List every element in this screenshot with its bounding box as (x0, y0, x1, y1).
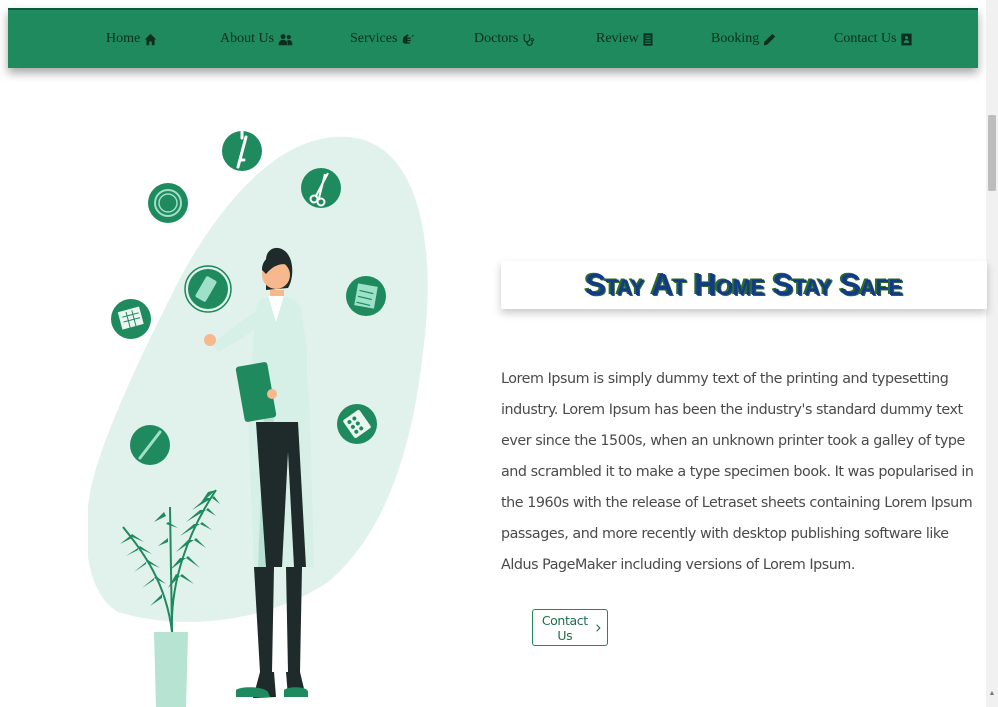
scissors-badge-icon (301, 168, 341, 208)
hero-title-banner: Stay At Home Stay Safe (501, 261, 987, 309)
nav-item-label: Contact Us (834, 31, 897, 46)
document-badge-icon (346, 276, 386, 316)
signing-hand-icon (403, 33, 415, 44)
nav-item-label: Review (596, 31, 639, 46)
hero-paragraph: Lorem Ipsum is simply dummy text of the … (501, 371, 974, 573)
syringe-badge-icon (222, 130, 262, 171)
page-scrollbar[interactable]: ▲ (986, 0, 998, 707)
contact-us-button-label: Contact Us (541, 612, 588, 643)
nav-item-label: Home (106, 31, 141, 46)
blister-pack-badge-icon (337, 404, 377, 444)
stethoscope-icon (523, 33, 535, 46)
users-icon (278, 33, 293, 45)
nav-item-label: Booking (711, 31, 760, 46)
contact-card-icon (901, 33, 912, 45)
lens-badge-icon (148, 183, 188, 223)
chevron-right-icon (595, 623, 601, 632)
calendar-badge-icon (111, 299, 151, 339)
doctor-illustration (88, 130, 428, 707)
nav-item-doctors[interactable]: Doctors (474, 29, 535, 49)
nav-item-contact-us[interactable]: Contact Us (834, 29, 912, 49)
document-icon (643, 32, 653, 46)
home-icon (145, 33, 157, 45)
nav-item-review[interactable]: Review (596, 29, 653, 49)
nav-item-services[interactable]: Services (350, 29, 415, 49)
main-navbar: Home About Us Services Doctors Review Bo… (8, 8, 978, 68)
nav-item-booking[interactable]: Booking (711, 29, 776, 49)
thermometer-badge-icon (130, 425, 170, 465)
nav-item-label: Services (350, 31, 398, 46)
nav-item-about-us[interactable]: About Us (220, 29, 293, 49)
scroll-arrow-icon[interactable]: ▲ (988, 690, 996, 698)
nav-item-label: About Us (220, 31, 275, 46)
medicine-pack-badge-icon (184, 265, 232, 313)
hero-title: Stay At Home Stay Safe (585, 267, 903, 302)
pencil-icon (764, 33, 776, 45)
scrollbar-thumb[interactable] (988, 115, 996, 191)
nav-item-home[interactable]: Home (106, 29, 157, 49)
contact-us-button[interactable]: Contact Us (532, 609, 608, 646)
nav-item-label: Doctors (474, 31, 519, 46)
